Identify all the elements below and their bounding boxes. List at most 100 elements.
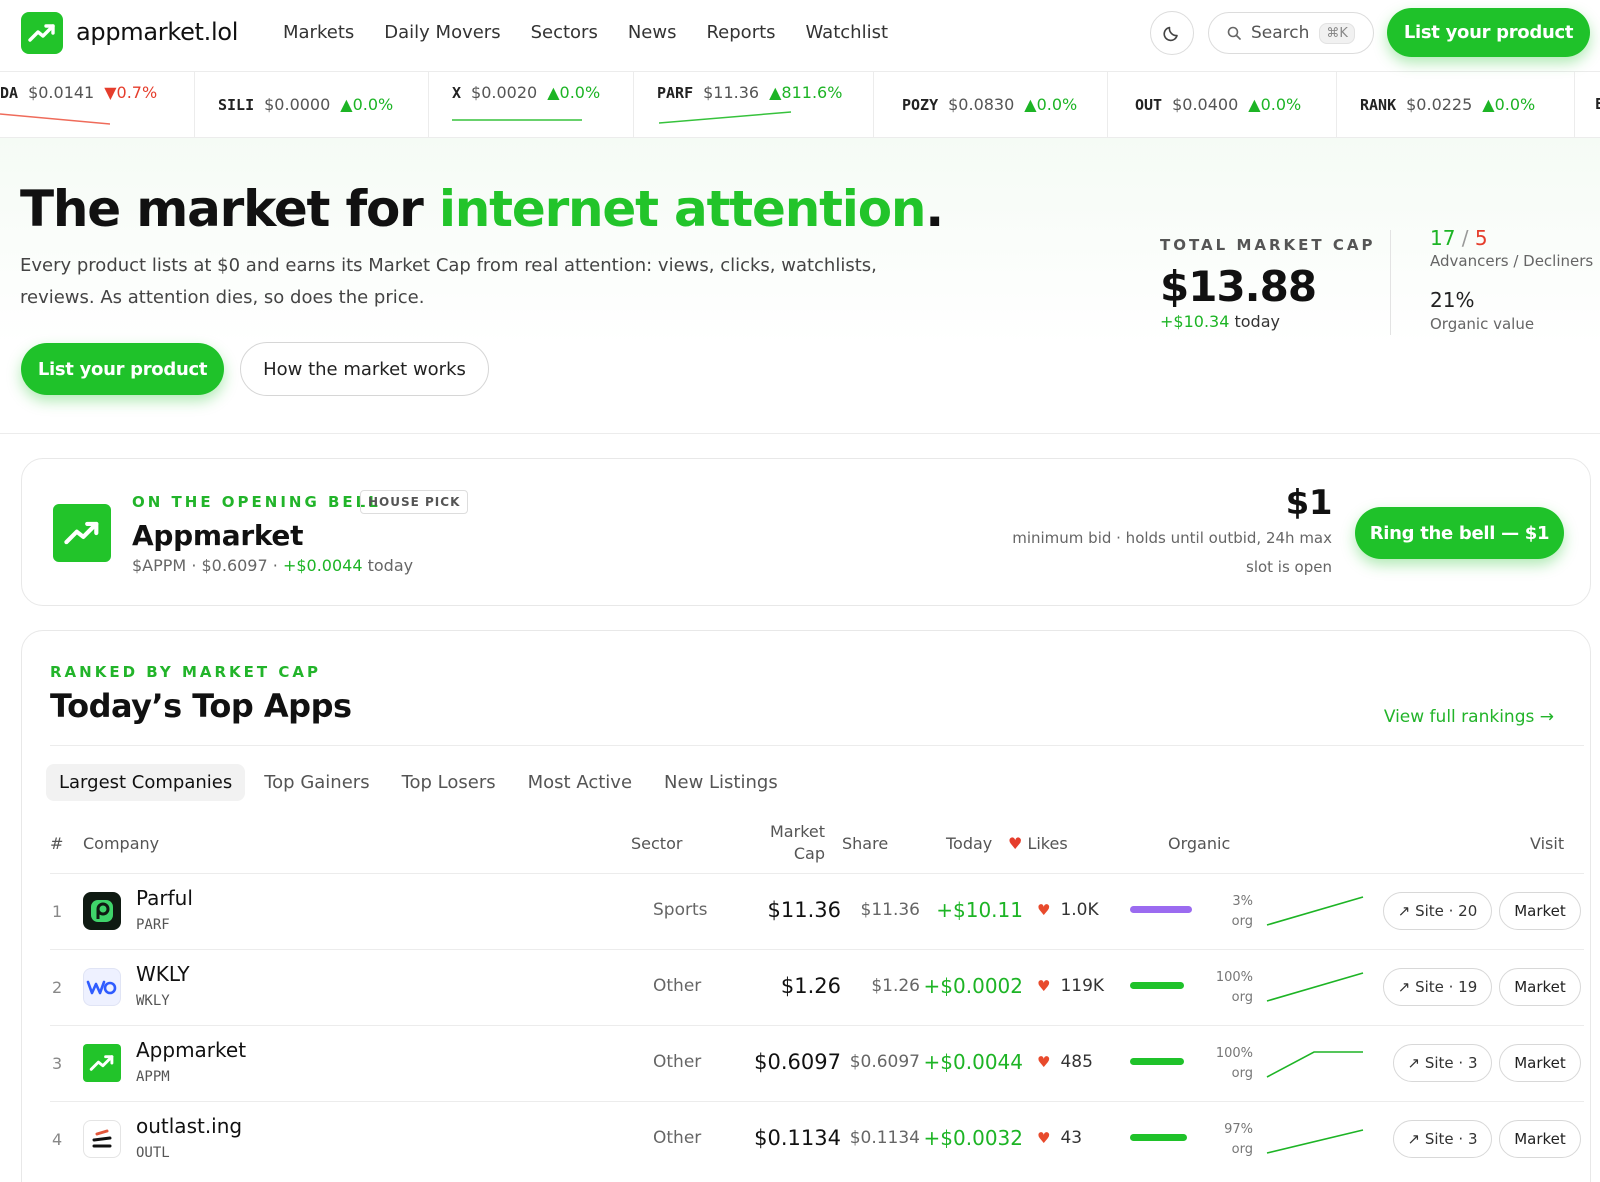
appmarket-logo-icon (83, 1044, 121, 1082)
view-full-rankings-link[interactable]: View full rankings → (1384, 707, 1554, 727)
company-name[interactable]: Appmarket (136, 1038, 246, 1062)
company-name[interactable]: Parful (136, 886, 193, 910)
header-likes[interactable]: ♥ Likes (1008, 833, 1068, 855)
organic-percent-unit: org (1231, 914, 1253, 929)
nav-link-news[interactable]: News (628, 22, 677, 43)
header-today[interactable]: Today (946, 833, 992, 855)
heart-icon: ♥ (1037, 1129, 1051, 1147)
opening-bell-name[interactable]: Appmarket (132, 519, 303, 552)
visit-site-button[interactable]: ↗ Site · 3 (1393, 1044, 1492, 1082)
market-cap-delta-suffix: today (1229, 312, 1280, 331)
market-button[interactable]: Market (1499, 892, 1581, 930)
ticker-sparkline (452, 119, 582, 121)
opening-bell-slot-status: slot is open (1246, 558, 1332, 576)
sparkline (1266, 896, 1364, 926)
ticker-item[interactable]: RANK $0.0225 ▲0.0% (1336, 72, 1574, 137)
ring-bell-button[interactable]: Ring the bell — $1 (1355, 507, 1564, 559)
market-button[interactable]: Market (1499, 968, 1581, 1006)
ticker-item[interactable]: OUT $0.0400 ▲0.0% (1107, 72, 1336, 137)
organic-percent-value: 100% (1215, 970, 1253, 985)
nav-link-reports[interactable]: Reports (706, 22, 775, 43)
opening-bell-card: ON THE OPENING BELL HOUSE PICK Appmarket… (21, 458, 1591, 606)
search-box[interactable]: Search ⌘K (1208, 12, 1374, 54)
table-row[interactable]: 1 Parful PARF Sports $11.36 $11.36 +$10.… (50, 873, 1584, 949)
company-likes: ♥ 43 (1037, 1128, 1082, 1148)
hero-title: The market for internet attention. (20, 180, 944, 238)
hero-subtitle: Every product lists at $0 and earns its … (20, 255, 877, 308)
organic-percent: 100% org (1193, 968, 1253, 1008)
advancers-decliners-label: Advancers / Decliners (1430, 252, 1594, 270)
nav-link-markets[interactable]: Markets (283, 22, 354, 43)
opening-bell-kicker: ON THE OPENING BELL (132, 493, 381, 511)
parful-logo-icon (83, 892, 121, 930)
ticker-item[interactable]: SILI $0.0000 ▲0.0% (194, 72, 429, 137)
ticker-symbol: POZY (902, 96, 939, 114)
header-sector[interactable]: Sector (631, 833, 682, 855)
header-market-cap-line2: Cap (793, 844, 825, 863)
ticker-price: $0.0830 (948, 95, 1015, 114)
visit-site-button[interactable]: ↗ Site · 3 (1393, 1120, 1492, 1158)
nav-link-daily-movers[interactable]: Daily Movers (384, 22, 500, 43)
table-row[interactable]: 4 outlast.ing OUTL Other $0.1134 $0.1134… (50, 1101, 1584, 1177)
nav-link-sectors[interactable]: Sectors (531, 22, 598, 43)
organic-percent: 97% org (1193, 1120, 1253, 1160)
table-row[interactable]: 3 Appmarket APPM Other $0.6097 $0.6097 +… (50, 1025, 1584, 1101)
tab-largest-companies[interactable]: Largest Companies (46, 764, 246, 801)
heart-icon: ♥ (1037, 1053, 1051, 1071)
company-ticker: OUTL (136, 1145, 170, 1161)
ticker-sparkline (0, 113, 110, 125)
company-sector: Other (653, 1052, 702, 1072)
opening-bell-ticker: $APPM (132, 556, 187, 575)
tab-most-active[interactable]: Most Active (515, 764, 645, 801)
header-share[interactable]: Share (842, 833, 888, 855)
top-nav: appmarket.lol Markets Daily Movers Secto… (0, 0, 1600, 72)
wkly-logo-icon (83, 968, 121, 1006)
company-likes: ♥ 119K (1037, 976, 1104, 996)
ticker-item[interactable]: PARF $11.36 ▲811.6% (633, 72, 873, 137)
visit-site-button[interactable]: ↗ Site · 20 (1383, 892, 1492, 930)
hero-list-product-button[interactable]: List your product (21, 343, 224, 395)
organic-value: 21% (1430, 288, 1475, 312)
visit-site-button[interactable]: ↗ Site · 19 (1383, 968, 1492, 1006)
company-ticker: PARF (136, 917, 170, 933)
nav-link-watchlist[interactable]: Watchlist (806, 22, 888, 43)
tab-top-losers[interactable]: Top Losers (389, 764, 509, 801)
company-likes-count: 43 (1060, 1128, 1083, 1148)
row-rank: 1 (52, 902, 63, 921)
company-name[interactable]: outlast.ing (136, 1114, 242, 1138)
market-button[interactable]: Market (1499, 1120, 1581, 1158)
company-ticker: APPM (136, 1069, 170, 1085)
brand-logo-icon[interactable] (21, 12, 63, 54)
advancers-count: 17 (1430, 226, 1456, 250)
hero-section: The market for internet attention. Every… (0, 138, 1600, 434)
ticker-item[interactable]: E (1574, 72, 1600, 137)
brand-name[interactable]: appmarket.lol (76, 18, 238, 46)
organic-percent-value: 97% (1224, 1122, 1253, 1137)
company-ticker: WKLY (136, 993, 170, 1009)
ticker-item[interactable]: DA $0.0141 ▼0.7% (0, 72, 194, 137)
company-likes-count: 1.0K (1060, 900, 1099, 920)
market-button[interactable]: Market (1499, 1044, 1581, 1082)
moon-icon (1163, 26, 1178, 42)
tab-top-gainers[interactable]: Top Gainers (251, 764, 382, 801)
ticker-item[interactable]: X $0.0020 ▲0.0% (428, 72, 634, 137)
ticker-change: ▲0.0% (547, 83, 601, 102)
table-row[interactable]: 2 WKLY WKLY Other $1.26 $1.26 +$0.0002 ♥… (50, 949, 1584, 1025)
company-likes: ♥ 1.0K (1037, 900, 1099, 920)
organic-percent-unit: org (1231, 1142, 1253, 1157)
sparkline (1266, 1129, 1364, 1154)
company-name[interactable]: WKLY (136, 962, 190, 986)
decliners-count: 5 (1474, 226, 1488, 250)
how-market-works-button[interactable]: How the market works (240, 342, 489, 396)
header-market-cap[interactable]: Market Cap (735, 821, 825, 865)
company-sector: Sports (653, 900, 708, 920)
organic-percent-unit: org (1231, 990, 1253, 1005)
list-product-button[interactable]: List your product (1387, 8, 1590, 57)
theme-toggle-button[interactable] (1150, 11, 1194, 55)
ticker-item[interactable]: POZY $0.0830 ▲0.0% (873, 72, 1107, 137)
header-company[interactable]: Company (83, 833, 159, 855)
header-organic[interactable]: Organic (1168, 833, 1230, 855)
appmarket-logo-icon (53, 504, 111, 562)
ticker-change: ▲0.0% (340, 95, 394, 114)
tab-new-listings[interactable]: New Listings (651, 764, 791, 801)
